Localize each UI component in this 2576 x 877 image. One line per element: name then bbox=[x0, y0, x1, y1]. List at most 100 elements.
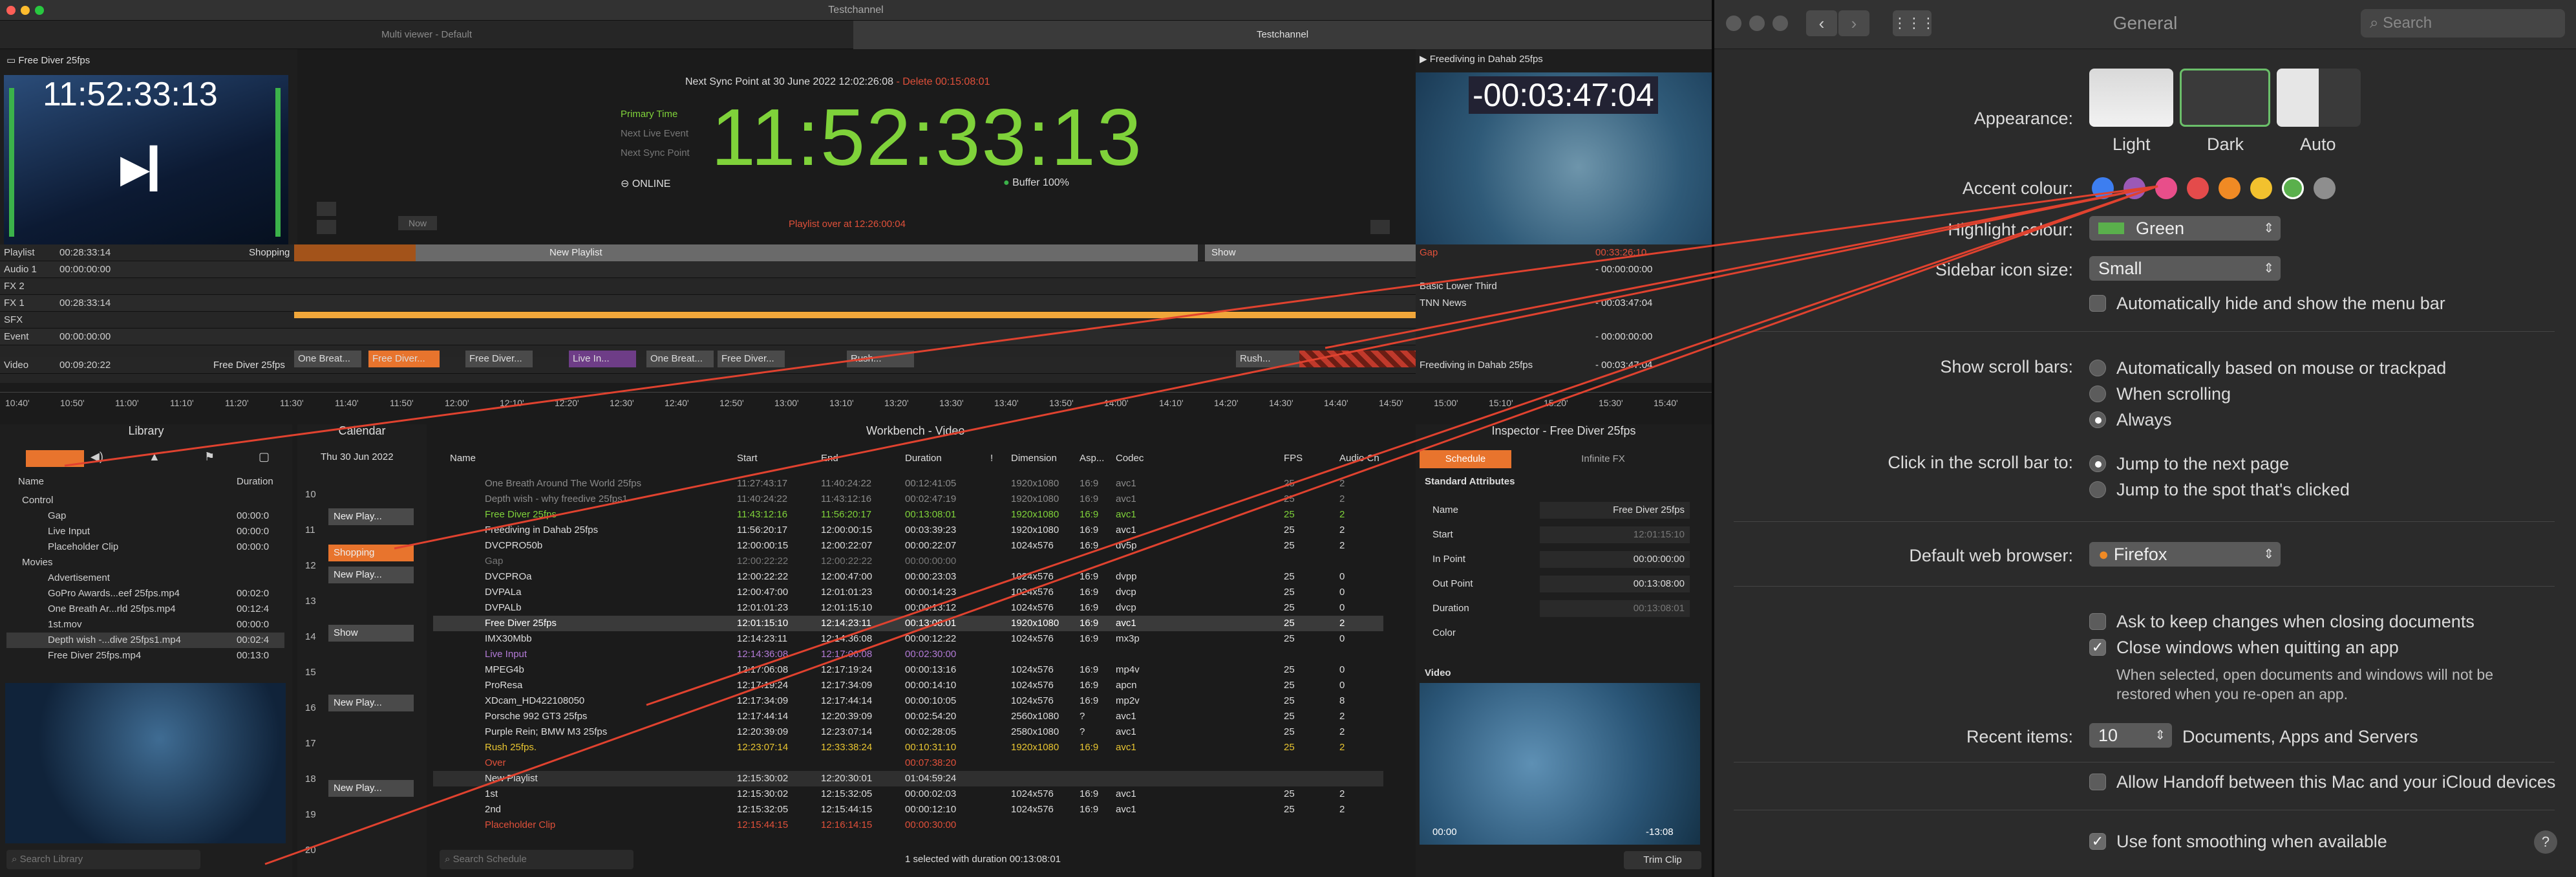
workbench-column-header[interactable]: Start bbox=[737, 453, 758, 464]
timeline-clip[interactable]: Free Diver... bbox=[718, 351, 785, 367]
workbench-row[interactable]: Depth wish - why freedive 25fps1 11:40:24… bbox=[433, 492, 1383, 507]
workbench-cell-audio: 2 bbox=[1339, 711, 1345, 722]
workbench-row[interactable]: Over 00:07:38:20 bbox=[433, 755, 1383, 771]
timeline-row-time: 00:09:20:22 bbox=[59, 360, 111, 371]
ask-keep-changes-checkbox[interactable] bbox=[2089, 613, 2106, 630]
workbench-column-header[interactable]: Duration bbox=[905, 453, 942, 464]
inspector-video-preview[interactable]: 00:00 -13:08 bbox=[1420, 683, 1700, 845]
timeline-clip[interactable]: One Breat... bbox=[646, 351, 714, 367]
shopping-bar[interactable] bbox=[294, 244, 416, 261]
timeline-clip[interactable]: Rush... bbox=[1236, 351, 1303, 367]
highlight-select[interactable]: Green ⇕ bbox=[2089, 216, 2281, 241]
workbench-row[interactable]: DVCPRO50b 12:00:00:15 12:00:22:07 00:00:22:… bbox=[433, 538, 1383, 554]
workbench-row[interactable]: DVPALa 12:00:47:00 12:01:01:23 00:00:14:23 1… bbox=[433, 585, 1383, 600]
prefs-search-input[interactable]: ⌕ Search bbox=[2361, 9, 2565, 38]
workbench-row[interactable]: DVPALb 12:01:01:23 12:01:15:10 00:00:13:12 1… bbox=[433, 600, 1383, 616]
play-icon[interactable]: ▶▎ bbox=[120, 146, 180, 191]
help-button[interactable]: ? bbox=[2534, 830, 2557, 854]
accent-swatch[interactable] bbox=[2219, 177, 2241, 199]
timeline-clip[interactable]: Rush... bbox=[847, 351, 914, 367]
workbench-row[interactable]: Placeholder Clip 12:15:44:15 12:16:14:15 00… bbox=[433, 817, 1383, 833]
comment-right-icon[interactable] bbox=[1370, 220, 1390, 234]
workbench-row[interactable]: Purple Rein; BMW M3 25fps 12:20:39:09 12:2… bbox=[433, 724, 1383, 740]
workbench-column-header[interactable]: Dimension bbox=[1011, 453, 1057, 464]
workbench-row[interactable]: ProResa 12:17:19:24 12:17:34:09 00:00:14:10… bbox=[433, 678, 1383, 693]
scroll-when-scrolling-radio[interactable] bbox=[2089, 385, 2106, 402]
playlist-bar-new[interactable]: New Playlist bbox=[416, 244, 1198, 261]
accent-swatch[interactable] bbox=[2250, 177, 2272, 199]
workbench-column-header[interactable]: FPS bbox=[1284, 453, 1303, 464]
workbench-column-header[interactable]: Asp... bbox=[1080, 453, 1104, 464]
waveform-icon[interactable] bbox=[317, 202, 336, 216]
inspector-tab-schedule[interactable]: Schedule bbox=[1420, 450, 1511, 468]
inspector-section-video[interactable]: Video bbox=[1425, 667, 1451, 678]
appearance-light-option[interactable] bbox=[2089, 69, 2173, 127]
workbench-row[interactable]: Free Diver 25fps 11:43:12:16 11:56:20:17 00… bbox=[433, 507, 1383, 523]
autohide-menu-checkbox[interactable] bbox=[2089, 295, 2106, 312]
workbench-column-header[interactable]: Audio Ch bbox=[1339, 453, 1379, 464]
workbench-row[interactable]: Rush 25fps. 12:23:07:14 12:33:38:24 00:10:3… bbox=[433, 740, 1383, 755]
workbench-row[interactable]: MPEG4b 12:17:06:08 12:17:19:24 00:00:13:16 1… bbox=[433, 662, 1383, 678]
workbench-column-header[interactable]: Codec bbox=[1116, 453, 1144, 464]
accent-swatch[interactable] bbox=[2155, 177, 2177, 199]
workbench-column-header[interactable]: Name bbox=[450, 453, 476, 464]
scroll-auto-radio[interactable] bbox=[2089, 360, 2106, 376]
jump-spot-radio[interactable] bbox=[2089, 481, 2106, 498]
timeline-clip[interactable]: Free Diver... bbox=[465, 351, 533, 367]
now-button[interactable]: Now bbox=[398, 216, 437, 230]
workbench-row[interactable]: 2nd 12:15:32:05 12:15:44:15 00:00:12:10 1024… bbox=[433, 802, 1383, 817]
workbench-row[interactable]: One Breath Around The World 25fps 11:27:4… bbox=[433, 476, 1383, 492]
preview-left-video[interactable]: 11:52:33:13 ▶▎ bbox=[4, 75, 288, 244]
separator-1 bbox=[1734, 331, 2555, 332]
workbench-row[interactable]: New Playlist 12:15:30:02 12:20:30:01 01:04:… bbox=[433, 771, 1383, 786]
inspector-section-standard[interactable]: Standard Attributes bbox=[1425, 476, 1515, 487]
jump-next-page-radio[interactable] bbox=[2089, 455, 2106, 472]
appearance-dark-option[interactable] bbox=[2180, 69, 2270, 127]
font-smoothing-checkbox[interactable]: ✓ bbox=[2089, 833, 2106, 850]
workbench-column-header[interactable]: End bbox=[821, 453, 838, 464]
show-bar[interactable]: Show bbox=[1205, 244, 1416, 261]
timeline-clip[interactable]: One Breat... bbox=[294, 351, 361, 367]
browser-select[interactable]: ● Firefox ⇕ bbox=[2089, 542, 2281, 567]
workbench-row[interactable]: Free Diver 25fps 12:01:15:10 12:14:23:11 00… bbox=[433, 616, 1383, 631]
preview-right-video[interactable]: -00:03:47:04 bbox=[1416, 72, 1712, 244]
inspector-field-value[interactable]: 00:00:00:00 bbox=[1540, 551, 1690, 568]
accent-swatch[interactable] bbox=[2092, 177, 2114, 199]
workbench-row[interactable]: 1st 12:15:30:02 12:15:32:05 00:00:02:03 1024… bbox=[433, 786, 1383, 802]
close-windows-checkbox[interactable]: ✓ bbox=[2089, 639, 2106, 656]
ruler-tick-label: 10:50' bbox=[60, 398, 85, 408]
workbench-cell-dim: 1024x576 bbox=[1011, 633, 1054, 644]
workbench-cell-name: Porsche 992 GT3 25fps bbox=[485, 711, 588, 722]
workbench-row[interactable]: Porsche 992 GT3 25fps 12:17:44:14 12:20:39… bbox=[433, 709, 1383, 724]
timeline-clip[interactable]: Live In... bbox=[569, 351, 636, 367]
workbench-row[interactable]: Live Input 12:14:36:08 12:17:06:08 00:02:30… bbox=[433, 647, 1383, 662]
scroll-always-radio[interactable] bbox=[2089, 411, 2106, 428]
inspector-field-value[interactable]: Free Diver 25fps bbox=[1540, 502, 1690, 519]
workbench-row[interactable]: DVCPROa 12:00:22:22 12:00:47:00 00:00:23:03… bbox=[433, 569, 1383, 585]
minimize-window-button[interactable] bbox=[21, 6, 30, 15]
close-window-button[interactable] bbox=[6, 6, 16, 15]
tab-multi-viewer[interactable]: Multi viewer - Default bbox=[0, 21, 853, 49]
appearance-auto-option[interactable] bbox=[2277, 69, 2361, 127]
handoff-checkbox[interactable] bbox=[2089, 774, 2106, 790]
comment-icon[interactable] bbox=[317, 220, 336, 234]
accent-swatch[interactable] bbox=[2124, 177, 2145, 199]
zoom-window-button[interactable] bbox=[35, 6, 44, 15]
accent-swatch[interactable] bbox=[2282, 177, 2304, 199]
workbench-row[interactable]: Freediving in Dahab 25fps 11:56:20:17 12:0… bbox=[433, 523, 1383, 538]
inspector-field-value[interactable]: 00:13:08:00 bbox=[1540, 576, 1690, 592]
workbench-row[interactable]: XDcam_HD422108050 12:17:34:09 12:17:44:14 0… bbox=[433, 693, 1383, 709]
inspector-tab-infinite-fx[interactable]: Infinite FX bbox=[1538, 450, 1668, 468]
recent-items-select[interactable]: 10 ⇕ bbox=[2089, 723, 2172, 748]
online-status-text: ONLINE bbox=[632, 179, 671, 189]
accent-swatch[interactable] bbox=[2314, 177, 2336, 199]
sidebar-size-select[interactable]: Small ⇕ bbox=[2089, 256, 2281, 281]
workbench-row[interactable]: IMX30Mbb 12:14:23:11 12:14:36:08 00:00:12:2… bbox=[433, 631, 1383, 647]
trim-clip-button[interactable]: Trim Clip bbox=[1624, 851, 1701, 869]
workbench-row[interactable]: Gap 12:00:22:22 12:00:22:22 00:00:00:00 bbox=[433, 554, 1383, 569]
workbench-column-header[interactable]: ! bbox=[990, 453, 993, 464]
search-schedule-input[interactable]: ⌕ Search Schedule bbox=[440, 850, 633, 869]
tab-testchannel[interactable]: Testchannel bbox=[853, 21, 1712, 49]
accent-swatch[interactable] bbox=[2187, 177, 2209, 199]
timeline-clip[interactable]: Free Diver... bbox=[368, 351, 440, 367]
